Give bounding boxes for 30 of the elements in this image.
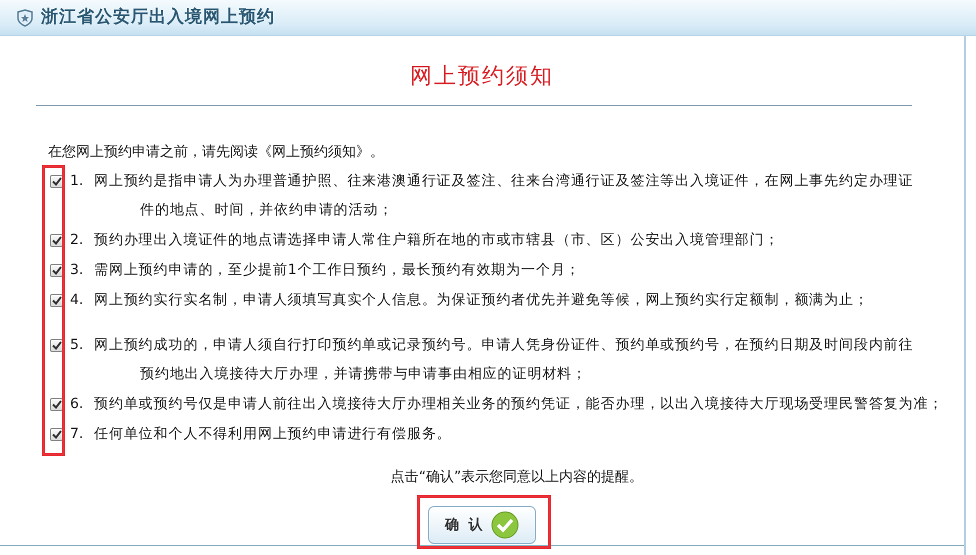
checkbox[interactable] xyxy=(50,398,63,411)
checkbox[interactable] xyxy=(50,339,63,352)
notice-text: 预约办理出入境证件的地点请选择申请人常住户籍所在地的市或市辖县（市、区）公安出入境管理部门； xyxy=(94,231,780,250)
notice-text: 件的地点、时间，并依约申请的活动； xyxy=(139,201,394,220)
site-title: 浙江省公安厅出入境网上预约 xyxy=(41,6,275,29)
confirm-button[interactable]: 确 认 xyxy=(428,506,536,544)
notice-text: 网上预约是指申请人为办理普通护照、往来港澳通行证及签注、往来台湾通行证及签注等出入境证件，在网上事先约定办理证 xyxy=(94,172,914,191)
item-number: 7. xyxy=(70,425,84,444)
item-number: 3. xyxy=(70,261,84,280)
item-number: 6. xyxy=(70,395,84,414)
notice-text: 网上预约实行实名制，申请人须填写真实个人信息。为保证预约者优先并避免等候，网上预约实行定额制，额满为止； xyxy=(94,291,869,310)
notice-text: 预约地出入境接待大厅办理，并请携带与申请事由相应的证明材料； xyxy=(139,365,588,384)
notice-text: 网上预约成功的，申请人须自行打印预约单或记录预约号。申请人凭身份证件、预约单或预约号，在预约日期及时间段内前往 xyxy=(94,336,914,355)
checkbox[interactable] xyxy=(50,175,63,188)
item-number: 2. xyxy=(70,231,84,250)
item-number: 5. xyxy=(70,336,84,355)
checkbox[interactable] xyxy=(50,428,63,441)
notice-text: 需网上预约申请的，至少提前1个工作日预约，最长预约有效期为一个月； xyxy=(94,261,581,280)
notice-text: 预约单或预约号仅是申请人前往出入境接待大厅办理相关业务的预约凭证，能否办理，以出入境接待大厅现场受理民警答复为准； xyxy=(94,395,944,414)
page-heading: 网上预约须知 xyxy=(409,63,555,91)
check-icon xyxy=(490,511,519,539)
item-number: 4. xyxy=(70,291,84,310)
checkbox[interactable] xyxy=(50,264,63,277)
intro-text: 在您网上预约申请之前，请先阅读《网上预约须知》。 xyxy=(48,143,385,162)
item-number: 1. xyxy=(70,172,84,191)
checkbox[interactable] xyxy=(50,294,63,307)
confirm-note: 点击“确认”表示您同意以上内容的提醒。 xyxy=(390,468,644,487)
notice-text: 任何单位和个人不得利用网上预约申请进行有偿服务。 xyxy=(94,425,452,444)
checkbox[interactable] xyxy=(50,234,63,247)
shield-icon xyxy=(17,8,33,26)
